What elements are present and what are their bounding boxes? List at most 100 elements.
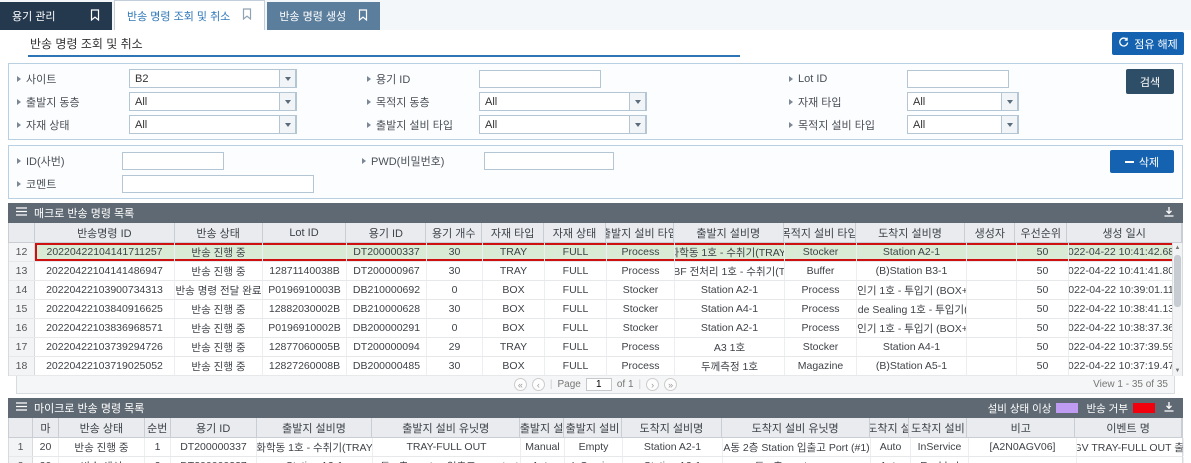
column-header[interactable]: 생성 일시 <box>1067 223 1182 242</box>
chevron-down-icon[interactable] <box>279 92 296 111</box>
container-id-input[interactable] <box>479 70 601 88</box>
column-header[interactable]: 자재 타입 <box>482 223 544 242</box>
cell: 0 <box>427 281 483 299</box>
id-field: ID(사번) <box>17 152 362 170</box>
chevron-down-icon[interactable] <box>279 69 296 88</box>
cell: 20 <box>33 438 59 456</box>
cell: 2022-04-22 10:39:01.110 <box>1069 281 1174 299</box>
column-header[interactable]: 출발지 설비 <box>564 418 622 437</box>
column-header[interactable]: 도착지 설 <box>870 418 910 437</box>
dst-floor-select[interactable]: All <box>479 92 647 111</box>
micro-grid-titlebar: 마이크로 반송 명령 목록 설비 상태 이상 반송 거부 <box>8 398 1183 418</box>
column-header[interactable]: 출발지 설비 타입 <box>606 223 674 242</box>
scroll-down-icon[interactable]: ▼ <box>1173 366 1182 376</box>
download-icon[interactable] <box>1163 206 1175 221</box>
chevron-down-icon[interactable] <box>629 115 646 134</box>
bookmark-icon[interactable] <box>90 9 100 24</box>
last-page-button[interactable]: » <box>664 378 677 391</box>
chevron-down-icon[interactable] <box>279 115 296 134</box>
column-header[interactable]: 출발지 설비명 <box>674 223 784 242</box>
page-number-input[interactable] <box>586 378 612 391</box>
cell: Buffer <box>785 262 857 280</box>
id-input[interactable] <box>122 152 224 170</box>
column-header[interactable]: 비고 <box>967 418 1075 437</box>
material-state-select[interactable]: All <box>129 115 297 134</box>
pwd-input[interactable] <box>484 152 614 170</box>
column-header[interactable]: 반송 상태 <box>175 223 263 242</box>
tab-transport-create[interactable]: 반송 명령 생성 <box>267 2 380 30</box>
release-occupancy-button[interactable]: 점유 해제 <box>1112 32 1184 55</box>
column-header[interactable]: 우선순위 <box>1015 223 1067 242</box>
cell: 30 <box>427 300 483 318</box>
tab-transport-query-cancel[interactable]: 반송 명령 조회 및 취소 <box>114 0 265 30</box>
prev-page-button[interactable]: ‹ <box>532 378 545 391</box>
column-header[interactable]: 도착지 설비 유닛명 <box>722 418 870 437</box>
column-header[interactable]: 출발지 설 <box>520 418 564 437</box>
table-row[interactable]: 1420220422103900734313반송 명령 전달 완료P019691… <box>9 281 1182 300</box>
table-row[interactable]: 1320220422104141486947반송 진행 중12871140038… <box>9 262 1182 281</box>
cell: 반송 명령 전달 완료 <box>175 281 263 299</box>
vertical-scrollbar[interactable]: ▲ ▼ <box>1172 243 1182 376</box>
first-page-button[interactable]: « <box>514 378 527 391</box>
src-equip-type-select[interactable]: All <box>479 115 647 134</box>
cell <box>263 243 347 261</box>
chevron-down-icon[interactable] <box>1001 92 1018 111</box>
column-header[interactable]: 도착지 설비명 <box>856 223 966 242</box>
column-header[interactable]: 용기 ID <box>346 223 426 242</box>
cell: 반송 진행 중 <box>175 357 263 375</box>
column-header[interactable]: 반송 상태 <box>59 418 145 437</box>
search-button[interactable]: 검색 <box>1126 69 1174 94</box>
column-header[interactable]: 이벤트 명 <box>1075 418 1182 437</box>
column-header[interactable]: 마 <box>33 418 59 437</box>
cell: DT200000337 <box>347 243 427 261</box>
scrollbar-thumb[interactable] <box>1174 255 1181 307</box>
cell: DT200000094 <box>347 338 427 356</box>
scroll-up-icon[interactable]: ▲ <box>1173 243 1182 253</box>
delete-button[interactable]: 삭제 <box>1110 150 1174 173</box>
dst-equip-type-select[interactable]: All <box>907 115 1019 134</box>
next-page-button[interactable]: › <box>646 378 659 391</box>
src-floor-select[interactable]: All <box>129 92 297 111</box>
column-header[interactable]: 출발지 설비 유닛명 <box>372 418 520 437</box>
column-header[interactable]: 생성자 <box>965 223 1015 242</box>
tab-container-management[interactable]: 용기 관리 <box>0 2 112 30</box>
table-row-selected[interactable]: 1220220422104141711257반송 진행 중DT200000337… <box>9 243 1182 262</box>
field-bullet-icon <box>362 158 366 164</box>
lot-id-input[interactable] <box>907 70 1009 88</box>
row-number: 14 <box>9 281 35 299</box>
column-header[interactable]: 자재 상태 <box>544 223 606 242</box>
cell: TRAY <box>483 243 545 261</box>
cell <box>967 243 1017 261</box>
chevron-down-icon[interactable] <box>1001 115 1018 134</box>
table-row[interactable]: 1820220422103719025052반송 진행 중12827260008… <box>9 357 1182 376</box>
column-header[interactable]: 용기 개수 <box>426 223 482 242</box>
table-row[interactable]: 120반송 진행 중1DT200000337화학동 1호 - 수취기(TRAYT… <box>9 438 1182 457</box>
comment-input[interactable] <box>122 175 314 193</box>
table-row[interactable]: 1720220422103739294726반송 진행 중12877060005… <box>9 338 1182 357</box>
cell: FULL <box>545 300 607 318</box>
legend-label: 설비 상태 이상 <box>988 401 1052 416</box>
row-number: 18 <box>9 357 35 375</box>
table-row[interactable]: 220반송 생성2DT200000337Station A2-1A동 2층 St… <box>9 457 1182 463</box>
site-select[interactable]: B2 <box>129 69 297 88</box>
download-icon[interactable] <box>1163 401 1175 416</box>
field-bullet-icon <box>17 99 21 105</box>
cell: 29 <box>427 338 483 356</box>
column-header[interactable]: 도착지 설비명 <box>622 418 722 437</box>
column-header[interactable]: 용기 ID <box>171 418 257 437</box>
src-floor-field: 출발지 동층 All <box>17 92 367 111</box>
bookmark-icon[interactable] <box>242 8 252 23</box>
bookmark-icon[interactable] <box>358 9 368 24</box>
material-type-select[interactable]: All <box>907 92 1019 111</box>
chevron-down-icon[interactable] <box>629 92 646 111</box>
column-header[interactable]: Lot ID <box>263 223 347 242</box>
table-row[interactable]: 1520220422103840916625반송 진행 중12882030002… <box>9 300 1182 319</box>
column-header[interactable]: 출발지 설비명 <box>257 418 373 437</box>
field-bullet-icon <box>367 99 371 105</box>
column-header[interactable]: 순번 <box>145 418 171 437</box>
table-row[interactable]: 1620220422103836968571반송 진행 중P0196910002… <box>9 319 1182 338</box>
column-header[interactable]: 도착지 설비 <box>909 418 967 437</box>
column-header[interactable]: 목적지 설비 타입 <box>784 223 856 242</box>
column-header[interactable]: 반송명령 ID <box>35 223 175 242</box>
cell: 12827260008B <box>263 357 347 375</box>
